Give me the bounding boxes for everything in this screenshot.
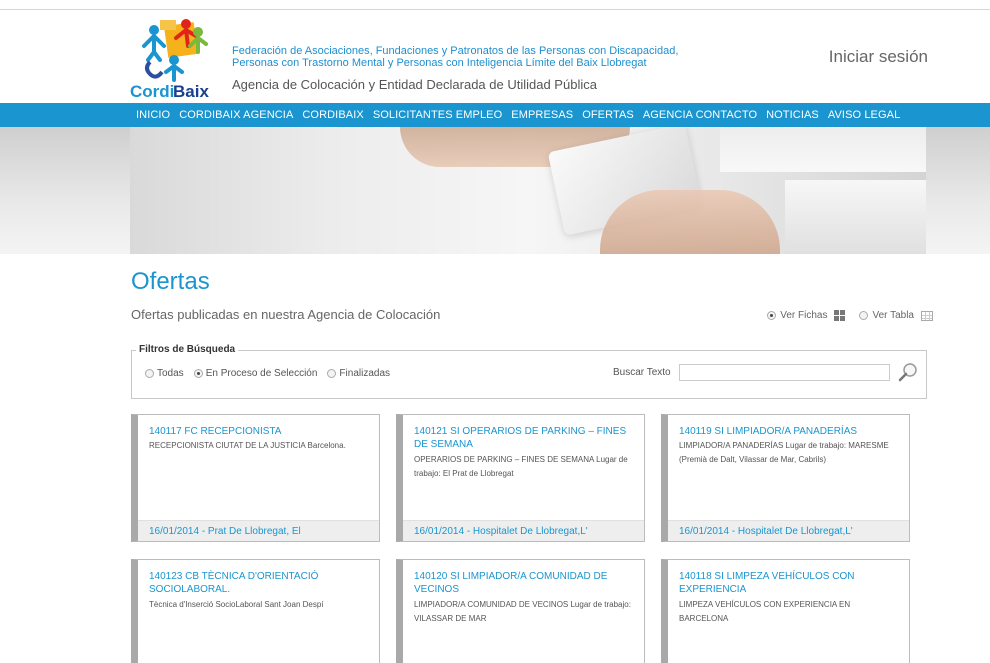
filter-todas-label[interactable]: Todas bbox=[157, 368, 184, 379]
filter-todas[interactable]: Todas bbox=[145, 368, 184, 379]
nav-inicio[interactable]: INICIO bbox=[136, 109, 170, 121]
header: Cordi Baix Federación de Asociaciones, F… bbox=[0, 10, 990, 103]
nav-agencia-contacto[interactable]: AGENCIA CONTACTO bbox=[643, 109, 757, 121]
svg-text:Cordi: Cordi bbox=[130, 82, 174, 101]
offer-card[interactable]: 140117 FC RECEPCIONISTA RECEPCIONISTA CI… bbox=[131, 414, 380, 542]
org-line-2: Personas con Trastorno Mental y Personas… bbox=[232, 57, 647, 69]
nav-cordibaix-agencia[interactable]: CORDIBAIX AGENCIA bbox=[179, 109, 293, 121]
view-table-radio[interactable] bbox=[859, 311, 869, 320]
table-view-icon[interactable] bbox=[921, 310, 933, 321]
offer-description: Tècnica d'Inserció SocioLaboral Sant Joa… bbox=[149, 600, 324, 609]
view-cards-label[interactable]: Ver Fichas bbox=[780, 310, 827, 321]
filters-legend: Filtros de Búsqueda bbox=[136, 344, 239, 355]
nav-ofertas[interactable]: OFERTAS bbox=[582, 109, 634, 121]
hero-banner-image bbox=[130, 127, 926, 254]
magnifier-search-icon[interactable] bbox=[897, 361, 919, 383]
main-navigation: INICIO CORDIBAIX AGENCIA CORDIBAIX SOLIC… bbox=[0, 103, 990, 127]
offer-title[interactable]: 140123 CB TÈCNICA D'ORIENTACIÓ SOCIOLABO… bbox=[149, 570, 369, 596]
offer-footer[interactable]: 16/01/2014 - Prat De Llobregat, El bbox=[138, 520, 379, 541]
offer-title[interactable]: 140121 SI OPERARIOS DE PARKING – FINES D… bbox=[414, 425, 634, 451]
filter-en-proceso-label[interactable]: En Proceso de Selección bbox=[206, 368, 318, 379]
nav-empresas[interactable]: EMPRESAS bbox=[511, 109, 573, 121]
filter-finalizadas[interactable]: Finalizadas bbox=[327, 368, 390, 379]
offer-title[interactable]: 140117 FC RECEPCIONISTA bbox=[149, 425, 369, 438]
offer-card[interactable]: 140123 CB TÈCNICA D'ORIENTACIÓ SOCIOLABO… bbox=[131, 559, 380, 663]
search-filters: Filtros de Búsqueda Todas En Proceso de … bbox=[131, 344, 927, 399]
offer-description: LIMPIADOR/A COMUNIDAD DE VECINOS Lugar d… bbox=[414, 600, 631, 623]
offer-description: LIMPIADOR/A PANADERÍAS Lugar de trabajo:… bbox=[679, 441, 889, 464]
offer-card[interactable]: 140119 SI LIMPIADOR/A PANADERÍAS LIMPIAD… bbox=[661, 414, 910, 542]
filter-en-proceso[interactable]: En Proceso de Selección bbox=[193, 368, 318, 379]
login-link[interactable]: Iniciar sesión bbox=[829, 47, 928, 67]
view-toggle: Ver Fichas Ver Tabla bbox=[767, 310, 933, 321]
offer-card[interactable]: 140121 SI OPERARIOS DE PARKING – FINES D… bbox=[396, 414, 645, 542]
offer-card[interactable]: 140120 SI LIMPIADOR/A COMUNIDAD DE VECIN… bbox=[396, 559, 645, 663]
nav-noticias[interactable]: NOTICIAS bbox=[766, 109, 819, 121]
offer-description: RECEPCIONISTA CIUTAT DE LA JUSTICIA Barc… bbox=[149, 441, 346, 450]
offer-description: OPERARIOS DE PARKING – FINES DE SEMANA L… bbox=[414, 455, 628, 478]
page-title: Ofertas bbox=[131, 268, 210, 295]
offer-footer[interactable]: 16/01/2014 - Hospitalet De Llobregat,L' bbox=[668, 520, 909, 541]
filter-finalizadas-radio[interactable] bbox=[327, 369, 337, 378]
offer-title[interactable]: 140118 SI LIMPEZA VEHÍCULOS CON EXPERIEN… bbox=[679, 570, 899, 596]
offer-card[interactable]: 140118 SI LIMPEZA VEHÍCULOS CON EXPERIEN… bbox=[661, 559, 910, 663]
svg-text:Baix: Baix bbox=[173, 82, 209, 101]
filter-en-proceso-radio[interactable] bbox=[193, 369, 203, 378]
offer-title[interactable]: 140119 SI LIMPIADOR/A PANADERÍAS bbox=[679, 425, 899, 438]
page-subtitle: Ofertas publicadas en nuestra Agencia de… bbox=[131, 307, 441, 322]
search-label: Buscar Texto bbox=[613, 367, 671, 378]
offer-title[interactable]: 140120 SI LIMPIADOR/A COMUNIDAD DE VECIN… bbox=[414, 570, 634, 596]
view-cards-radio[interactable] bbox=[767, 311, 777, 320]
nav-aviso-legal[interactable]: AVISO LEGAL bbox=[828, 109, 900, 121]
org-line-1: Federación de Asociaciones, Fundaciones … bbox=[232, 45, 679, 57]
filter-todas-radio[interactable] bbox=[145, 369, 154, 378]
page: Cordi Baix Federación de Asociaciones, F… bbox=[0, 0, 990, 663]
nav-solicitantes-empleo[interactable]: SOLICITANTES EMPLEO bbox=[373, 109, 502, 121]
offer-description: LIMPEZA VEHÍCULOS CON EXPERIENCIA EN BAR… bbox=[679, 600, 851, 623]
cordibaix-logo[interactable]: Cordi Baix bbox=[130, 16, 224, 101]
agency-tagline: Agencia de Colocación y Entidad Declarad… bbox=[232, 77, 597, 92]
grid-view-icon[interactable] bbox=[834, 310, 846, 321]
view-table-label[interactable]: Ver Tabla bbox=[872, 310, 914, 321]
offer-footer[interactable]: 16/01/2014 - Hospitalet De Llobregat,L' bbox=[403, 520, 644, 541]
search-input[interactable] bbox=[679, 364, 890, 381]
filter-finalizadas-label[interactable]: Finalizadas bbox=[339, 368, 390, 379]
nav-cordibaix[interactable]: CORDIBAIX bbox=[302, 109, 363, 121]
